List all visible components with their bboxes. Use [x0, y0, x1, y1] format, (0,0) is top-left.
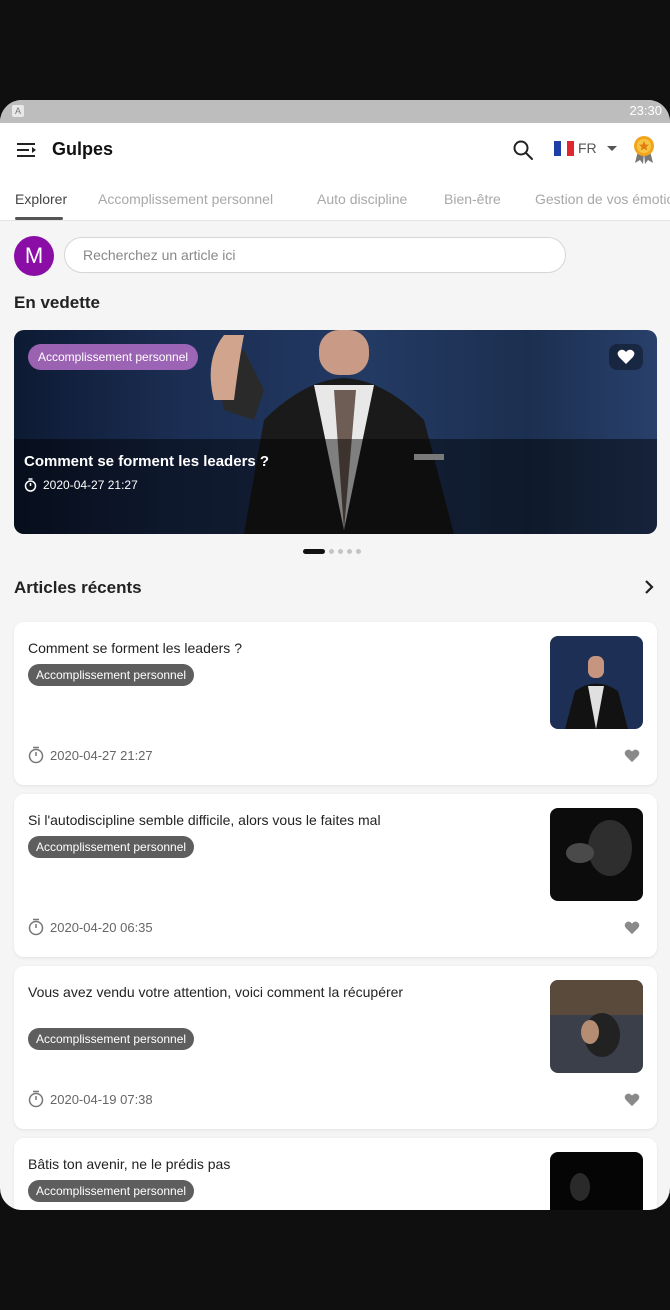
heart-icon [617, 349, 635, 364]
article-title: Bâtis ton avenir, ne le prédis pas [28, 1156, 231, 1172]
article-date-text: 2020-04-19 07:38 [50, 1091, 153, 1107]
carousel-dot[interactable] [329, 549, 334, 554]
article-date-text: 2020-04-20 06:35 [50, 919, 153, 935]
article-category-tag: Accomplissement personnel [28, 1180, 195, 1202]
chevron-down-icon [606, 145, 617, 151]
avatar[interactable]: M [14, 236, 54, 276]
tab-gestion-emotions[interactable]: Gestion de vos émotions [535, 191, 670, 207]
app-title: Gulpes [52, 139, 114, 159]
article-date-text: 2020-04-27 21:27 [50, 747, 153, 763]
timer-icon [28, 746, 44, 764]
carousel-dot[interactable] [356, 549, 361, 554]
featured-title: Comment se forment les leaders ? [24, 453, 270, 470]
article-card[interactable]: Bâtis ton avenir, ne le prédis pas Accom… [14, 1138, 657, 1210]
status-bar: A 23:30 [0, 100, 670, 123]
heart-icon[interactable] [624, 749, 640, 763]
article-date: 2020-04-20 06:35 [28, 918, 153, 936]
article-date: 2020-04-27 21:27 [28, 746, 153, 764]
featured-date: 2020-04-27 21:27 [24, 478, 138, 492]
carousel-dot[interactable] [338, 549, 343, 554]
article-title: Vous avez vendu votre attention, voici c… [28, 984, 404, 1000]
carousel-dot[interactable] [303, 549, 325, 554]
tab-explorer[interactable]: Explorer [15, 191, 67, 207]
france-flag-icon [554, 140, 575, 156]
app-screen: A 23:30 Gulpes FR Explorer Accomplisseme… [0, 100, 670, 1210]
article-thumbnail [550, 636, 643, 729]
featured-category-tag: Accomplissement personnel [28, 344, 199, 370]
featured-date-text: 2020-04-27 21:27 [43, 478, 138, 492]
article-category-tag: Accomplissement personnel [28, 836, 195, 858]
timer-icon [28, 918, 44, 936]
article-card[interactable]: Si l'autodiscipline semble difficile, al… [14, 794, 657, 957]
featured-card[interactable]: Accomplissement personnel Comment se for… [14, 330, 657, 534]
featured-section-title: En vedette [14, 293, 100, 312]
category-tabs: Explorer Accomplissement personnel Auto … [0, 176, 670, 221]
article-card[interactable]: Vous avez vendu votre attention, voici c… [14, 966, 657, 1129]
search-icon[interactable] [511, 138, 535, 162]
tab-auto-discipline[interactable]: Auto discipline [317, 191, 407, 207]
favorite-button[interactable] [609, 344, 643, 370]
tab-accomplissement-personnel[interactable]: Accomplissement personnel [98, 191, 273, 207]
active-tab-indicator [15, 217, 63, 220]
article-title: Comment se forment les leaders ? [28, 640, 242, 656]
timer-icon [24, 478, 37, 492]
article-date: 2020-04-19 07:38 [28, 1090, 153, 1108]
carousel-dot[interactable] [347, 549, 352, 554]
article-thumbnail [550, 808, 643, 901]
article-category-tag: Accomplissement personnel [28, 664, 195, 686]
article-title: Si l'autodiscipline semble difficile, al… [28, 812, 381, 828]
chevron-right-icon[interactable] [643, 579, 655, 595]
status-time: 23:30 [629, 103, 662, 118]
article-thumbnail [550, 980, 643, 1073]
tab-bien-etre[interactable]: Bien-être [444, 191, 501, 207]
language-code: FR [578, 140, 597, 156]
language-selector[interactable]: FR [554, 140, 617, 156]
heart-icon[interactable] [624, 1093, 640, 1107]
article-category-tag: Accomplissement personnel [28, 1028, 195, 1050]
search-input[interactable]: Recherchez un article ici [64, 237, 566, 273]
menu-icon[interactable] [16, 140, 38, 160]
notification-app-icon: A [12, 105, 24, 117]
app-bar: Gulpes FR [0, 123, 670, 176]
article-card[interactable]: Comment se forment les leaders ? Accompl… [14, 622, 657, 785]
heart-icon[interactable] [624, 921, 640, 935]
carousel-indicator [303, 549, 361, 554]
recent-section-title: Articles récents [14, 578, 142, 597]
timer-icon [28, 1090, 44, 1108]
article-thumbnail [550, 1152, 643, 1210]
award-badge-icon[interactable] [632, 135, 656, 165]
